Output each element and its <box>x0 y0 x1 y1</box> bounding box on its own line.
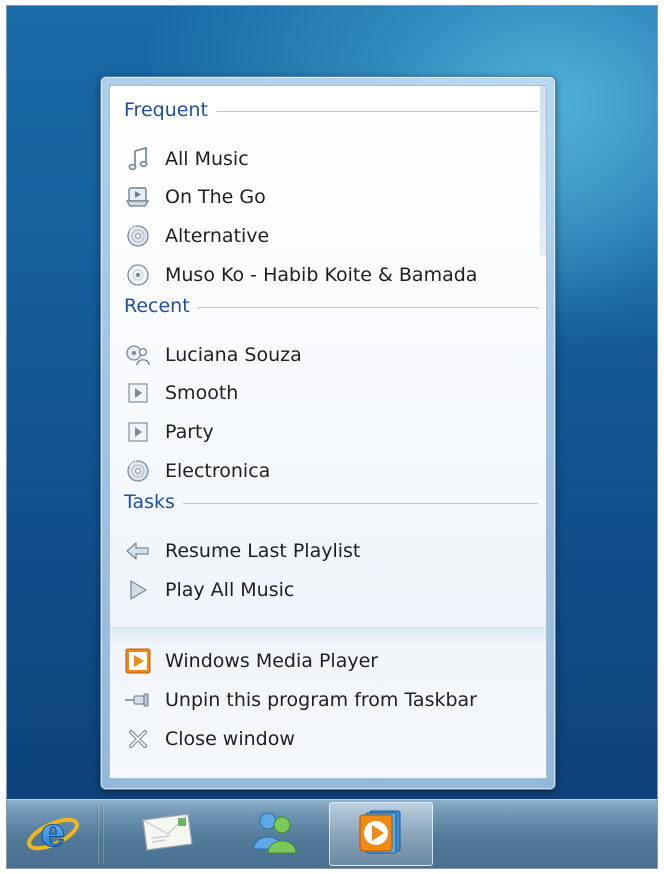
list-item-muso-ko[interactable]: Muso Ko - Habib Koite & Bamada <box>124 258 477 292</box>
list-item-alternative[interactable]: Alternative <box>124 219 269 253</box>
back-arrow-icon <box>124 537 152 565</box>
taskbar-button-mail[interactable] <box>119 802 215 866</box>
section-divider <box>182 502 538 504</box>
taskbar-separator <box>97 804 99 864</box>
section-title-tasks: Tasks <box>124 491 175 513</box>
close-window[interactable]: Close window <box>124 722 295 756</box>
desktop: Frequent All Music On The Go Alternative… <box>6 5 658 869</box>
taskbar-button-windows-media-player[interactable] <box>329 802 433 866</box>
section-frequent: Frequent <box>124 99 538 121</box>
play-triangle-icon <box>124 576 152 604</box>
mail-icon <box>140 810 194 858</box>
item-label: Close window <box>165 728 295 750</box>
jump-list-program-tasks: Windows Media Player Unpin this program … <box>110 627 546 778</box>
section-divider <box>215 110 538 112</box>
item-label: Luciana Souza <box>165 344 302 366</box>
item-label: Windows Media Player <box>165 650 379 672</box>
item-label: All Music <box>165 148 249 170</box>
jump-list-body: Frequent All Music On The Go Alternative… <box>109 85 547 779</box>
task-resume-last-playlist[interactable]: Resume Last Playlist <box>124 534 360 568</box>
album-cd-icon <box>124 261 152 289</box>
genre-disc-icon <box>124 222 152 250</box>
genre-disc-icon <box>124 457 152 485</box>
section-title-recent: Recent <box>124 295 190 317</box>
item-label: Play All Music <box>165 579 295 601</box>
jump-list: Frequent All Music On The Go Alternative… <box>100 76 556 790</box>
task-play-all-music[interactable]: Play All Music <box>124 573 294 607</box>
section-tasks: Tasks <box>124 491 538 513</box>
wmp-icon <box>124 647 152 675</box>
scroll-track <box>540 86 546 256</box>
svg-text:e: e <box>40 809 65 856</box>
playlist-icon <box>124 379 152 407</box>
artist-icon <box>124 341 152 369</box>
item-label: Electronica <box>165 460 271 482</box>
list-item-all-music[interactable]: All Music <box>124 142 249 176</box>
messenger-icon <box>248 807 302 861</box>
item-label: Muso Ko - Habib Koite & Bamada <box>165 264 478 286</box>
jump-list-destinations: Frequent All Music On The Go Alternative… <box>110 86 546 627</box>
taskbar-button-internet-explorer[interactable]: e <box>13 802 93 866</box>
list-item-party[interactable]: Party <box>124 415 214 449</box>
list-item-luciana-souza[interactable]: Luciana Souza <box>124 338 302 372</box>
section-title-frequent: Frequent <box>124 99 208 121</box>
item-label: Smooth <box>165 382 239 404</box>
unpin-from-taskbar[interactable]: Unpin this program from Taskbar <box>124 683 477 717</box>
item-label: On The Go <box>165 186 266 208</box>
taskbar: e <box>7 799 657 868</box>
taskbar-button-messenger[interactable] <box>227 802 323 866</box>
music-note-icon <box>124 145 152 173</box>
portable-player-icon <box>124 183 152 211</box>
open-windows-media-player[interactable]: Windows Media Player <box>124 644 378 678</box>
close-icon <box>124 725 152 753</box>
item-label: Unpin this program from Taskbar <box>165 689 477 711</box>
item-label: Alternative <box>165 225 270 247</box>
list-item-on-the-go[interactable]: On The Go <box>124 180 266 214</box>
section-recent: Recent <box>124 295 538 317</box>
internet-explorer-icon: e <box>25 804 81 864</box>
item-label: Resume Last Playlist <box>165 540 361 562</box>
pin-icon <box>124 686 152 714</box>
list-item-smooth[interactable]: Smooth <box>124 376 238 410</box>
section-divider <box>197 306 538 308</box>
list-item-electronica[interactable]: Electronica <box>124 454 270 488</box>
playlist-icon <box>124 418 152 446</box>
windows-media-player-icon <box>356 807 406 861</box>
taskbar-separator <box>102 804 104 864</box>
item-label: Party <box>165 421 214 443</box>
